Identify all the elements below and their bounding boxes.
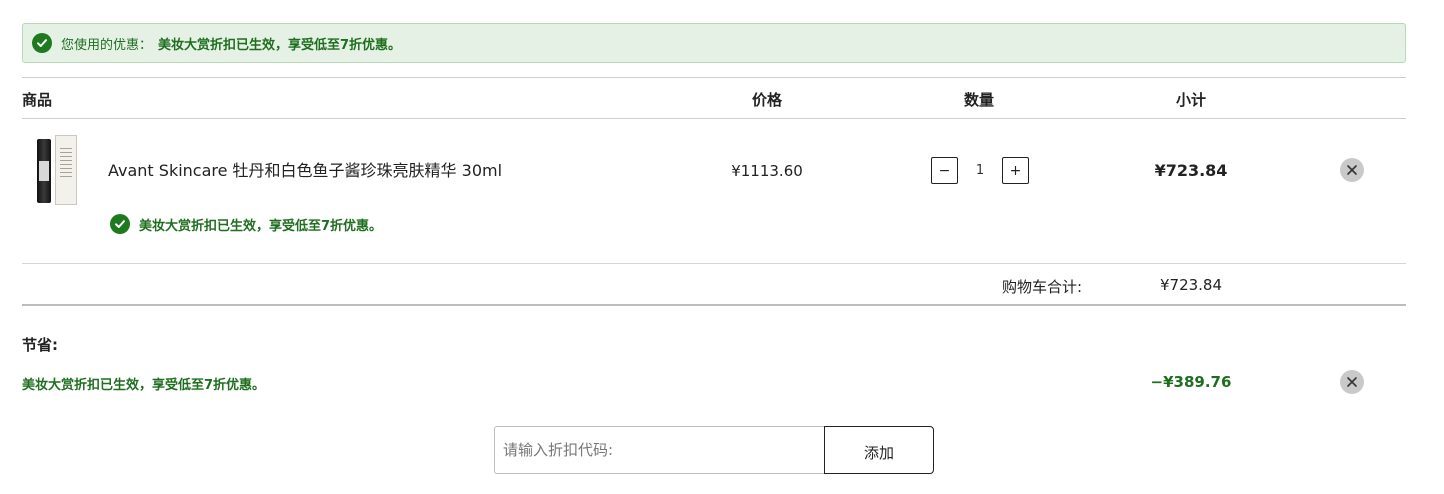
promo-banner: 您使用的优惠： 美妆大赏折扣已生效，享受低至7折优惠。 [22, 23, 1406, 63]
divider [22, 263, 1406, 264]
promo-banner-label: 您使用的优惠： [61, 37, 153, 53]
product-name-link[interactable]: Avant Skincare 牡丹和白色鱼子酱珍珠亮肤精华 30ml [108, 157, 502, 181]
quantity-increase-button[interactable]: + [1002, 157, 1029, 184]
savings-title: 节省: [22, 336, 58, 354]
apply-coupon-button[interactable]: 添加 [824, 426, 934, 474]
divider [22, 118, 1406, 119]
item-promo-text: 美妆大赏折扣已生效，享受低至7折优惠。 [139, 218, 383, 234]
close-icon [1347, 377, 1357, 387]
quantity-value[interactable]: 1 [976, 163, 984, 178]
coupon-code-input[interactable] [494, 426, 825, 474]
item-promo-badge: 美妆大赏折扣已生效，享受低至7折优惠。 [110, 214, 382, 234]
divider [22, 304, 1406, 306]
product-thumbnail[interactable] [33, 133, 81, 205]
header-product: 商品 [22, 91, 53, 109]
cart-total-value: ¥723.84 [1159, 276, 1223, 294]
quantity-decrease-button[interactable]: − [931, 157, 958, 184]
check-circle-icon [110, 214, 130, 234]
close-icon [1347, 165, 1357, 175]
item-subtotal: ¥723.84 [1154, 161, 1228, 180]
header-price: 价格 [751, 91, 782, 109]
check-circle-icon [32, 33, 52, 53]
remove-item-button[interactable] [1340, 158, 1364, 182]
cart-page: 您使用的优惠： 美妆大赏折扣已生效，享受低至7折优惠。 商品 价格 数量 小计 … [0, 0, 1444, 494]
cart-total-label: 购物车合计: [1002, 278, 1083, 296]
product-box-image [55, 135, 77, 205]
product-bottle-image [37, 139, 51, 203]
promo-banner-message: 美妆大赏折扣已生效，享受低至7折优惠。 [158, 37, 402, 53]
header-subtotal: 小计 [1175, 91, 1206, 109]
remove-discount-button[interactable] [1340, 370, 1364, 394]
divider [22, 77, 1406, 78]
savings-value: −¥389.76 [1150, 373, 1232, 391]
item-price: ¥1113.60 [731, 162, 803, 180]
header-quantity: 数量 [963, 91, 994, 109]
quantity-stepper: − 1 + [931, 157, 1029, 184]
savings-message: 美妆大赏折扣已生效，享受低至7折优惠。 [22, 378, 266, 393]
